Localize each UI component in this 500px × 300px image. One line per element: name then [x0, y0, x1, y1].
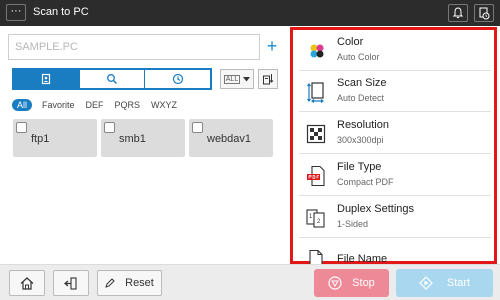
search-mode-tabs — [12, 68, 212, 90]
start-label: Start — [446, 277, 471, 289]
setting-file-type[interactable]: File Type Compact PDF — [299, 156, 491, 196]
destination-checkbox[interactable] — [104, 122, 115, 133]
destination-name: smb1 — [119, 133, 146, 145]
setting-title: Resolution — [337, 119, 389, 131]
stop-icon — [328, 276, 342, 290]
filter-favorite[interactable]: Favorite — [42, 100, 75, 110]
job-status-icon[interactable] — [474, 4, 494, 22]
setting-scan-size[interactable]: Scan Size Auto Detect — [299, 72, 491, 112]
reset-label: Reset — [125, 277, 154, 289]
destination-checkbox[interactable] — [192, 122, 203, 133]
setting-title: File Type — [337, 161, 382, 173]
chevron-down-icon — [243, 76, 251, 81]
exit-button[interactable] — [53, 270, 89, 296]
history-icon[interactable] — [144, 70, 210, 88]
setting-value: Auto Detect — [337, 93, 385, 103]
home-icon — [20, 276, 34, 290]
add-destination-button[interactable]: + — [263, 34, 281, 60]
list-filter-dropdown[interactable]: ALL — [220, 69, 254, 89]
bell-icon[interactable] — [448, 4, 468, 22]
sort-icon — [263, 74, 274, 85]
resolution-icon — [305, 123, 327, 145]
destination-item[interactable]: webdav1 — [189, 119, 273, 157]
setting-value: 300x300dpi — [337, 135, 384, 145]
setting-duplex[interactable]: 12 Duplex Settings 1-Sided — [299, 198, 491, 238]
home-button[interactable] — [9, 270, 45, 296]
destination-checkbox[interactable] — [16, 122, 27, 133]
scan-size-icon — [305, 81, 327, 103]
search-icon[interactable] — [78, 70, 145, 88]
sort-button[interactable] — [258, 69, 278, 89]
filter-def[interactable]: DEF — [86, 100, 104, 110]
pdf-icon — [305, 165, 327, 187]
destination-name: ftp1 — [31, 133, 50, 145]
bottom-bar: Reset Stop Start — [0, 264, 500, 300]
stop-label: Stop — [352, 277, 375, 289]
filter-wxyz[interactable]: WXYZ — [151, 100, 177, 110]
setting-value: 1-Sided — [337, 219, 369, 229]
setting-title: Scan Size — [337, 77, 387, 89]
app-title: Scan to PC — [33, 6, 89, 18]
setting-value: Auto Color — [337, 52, 380, 62]
list-filter-value: ALL — [223, 74, 241, 84]
setting-title: Color — [337, 36, 364, 48]
exit-icon — [64, 276, 77, 290]
destination-item[interactable]: ftp1 — [13, 119, 97, 157]
pencil-icon — [105, 278, 115, 288]
address-book-icon[interactable] — [14, 70, 79, 88]
index-filters: All Favorite DEF PQRS WXYZ — [12, 98, 188, 112]
setting-resolution[interactable]: Resolution 300x300dpi — [299, 114, 491, 154]
address-input[interactable]: SAMPLE.PC — [8, 34, 260, 60]
filter-pqrs[interactable]: PQRS — [115, 100, 141, 110]
destination-item[interactable]: smb1 — [101, 119, 185, 157]
start-icon — [419, 276, 433, 290]
filter-all[interactable]: All — [12, 99, 33, 111]
color-icon — [305, 40, 327, 62]
setting-value: Compact PDF — [337, 177, 394, 187]
top-bar: ··· Scan to PC — [0, 0, 500, 26]
setting-color[interactable]: Color Auto Color — [299, 31, 491, 71]
setting-title: Duplex Settings — [337, 203, 415, 215]
reset-button[interactable]: Reset — [97, 270, 162, 296]
duplex-icon: 12 — [305, 207, 327, 229]
destination-name: webdav1 — [207, 133, 252, 145]
destination-area: SAMPLE.PC + ALL All Favorite DEF PQRS WX… — [0, 26, 285, 264]
scan-settings-panel: Color Auto Color Scan Size Auto Detect R… — [290, 27, 497, 271]
menu-button[interactable]: ··· — [6, 4, 26, 21]
start-button[interactable]: Start — [396, 269, 493, 297]
stop-button[interactable]: Stop — [314, 269, 389, 297]
